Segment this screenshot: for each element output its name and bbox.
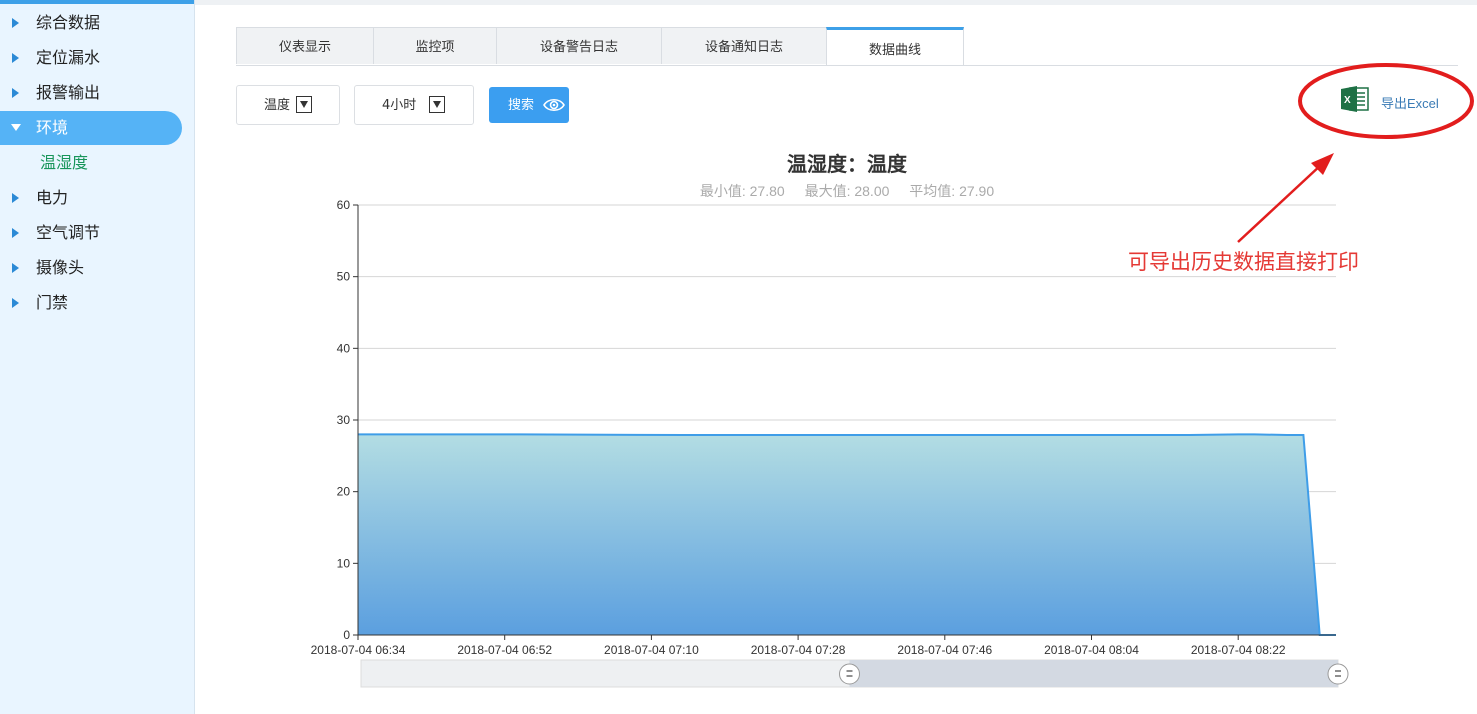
temperature-area bbox=[358, 434, 1336, 635]
x-tick-label: 2018-07-04 06:34 bbox=[311, 643, 406, 657]
x-tick-label: 2018-07-04 06:52 bbox=[457, 643, 552, 657]
y-tick-label: 50 bbox=[337, 270, 351, 284]
y-tick-label: 20 bbox=[337, 485, 351, 499]
highlight-circle bbox=[1298, 63, 1474, 139]
y-tick-label: 10 bbox=[337, 556, 351, 570]
temperature-chart: 0 10 20 30 40 50 60 2018-07-04 06:34 2018-07-04 … bbox=[311, 63, 1474, 688]
annotation-arrow-shaft bbox=[1237, 163, 1323, 243]
zoom-slider-left-handle[interactable] bbox=[839, 663, 860, 685]
annotation-text: 可导出历史数据直接打印 bbox=[1128, 250, 1359, 274]
x-tick-label: 2018-07-04 07:46 bbox=[897, 643, 992, 657]
x-tick-label: 2018-07-04 07:28 bbox=[751, 643, 846, 657]
x-tick-label: 2018-07-04 08:22 bbox=[1191, 643, 1286, 657]
y-tick-label: 0 bbox=[343, 628, 350, 642]
y-tick-label: 60 bbox=[337, 198, 351, 212]
zoom-slider-right-handle[interactable] bbox=[1327, 663, 1349, 685]
x-tick-label: 2018-07-04 08:04 bbox=[1044, 643, 1139, 657]
y-tick-label: 30 bbox=[337, 413, 351, 427]
zoom-slider-selection[interactable] bbox=[849, 660, 1339, 687]
y-tick-label: 40 bbox=[337, 341, 351, 355]
x-tick-label: 2018-07-04 07:10 bbox=[604, 643, 699, 657]
